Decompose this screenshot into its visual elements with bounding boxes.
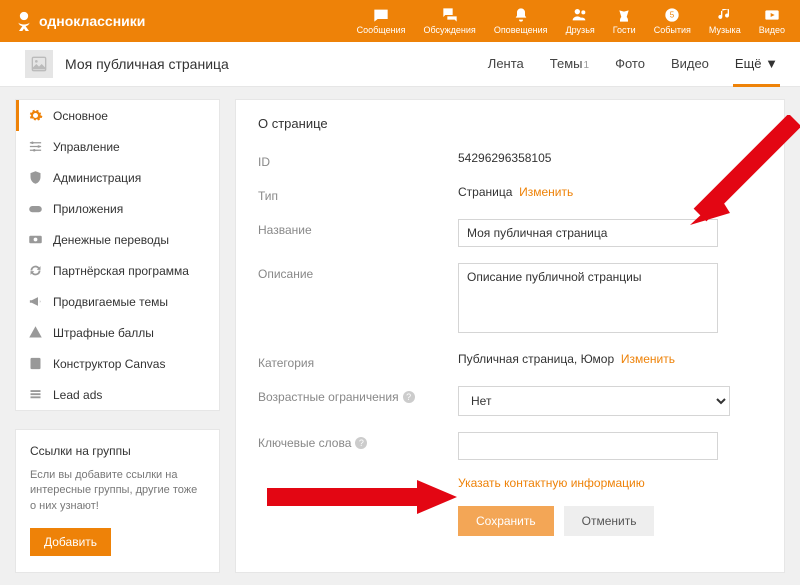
tab-feed[interactable]: Лента	[486, 42, 526, 87]
canvas-icon	[28, 356, 43, 371]
row-contact: Указать контактную информацию	[258, 476, 762, 490]
links-box-title: Ссылки на группы	[30, 444, 205, 458]
events-icon: 5	[663, 7, 681, 23]
help-icon[interactable]: ?	[403, 391, 415, 403]
megaphone-icon	[28, 294, 43, 309]
logo[interactable]: одноклассники	[15, 11, 145, 31]
nav-events[interactable]: 5События	[654, 7, 691, 35]
links-box: Ссылки на группы Если вы добавите ссылки…	[15, 429, 220, 573]
sliders-icon	[28, 139, 43, 154]
row-category: Категория Публичная страница, Юмор Измен…	[258, 352, 762, 370]
row-id: ID 54296296358105	[258, 151, 762, 169]
row-type: Тип Страница Изменить	[258, 185, 762, 203]
save-button[interactable]: Сохранить	[458, 506, 554, 536]
discussions-icon	[441, 7, 459, 23]
menu-admin[interactable]: Администрация	[16, 162, 219, 193]
cancel-button[interactable]: Отменить	[564, 506, 655, 536]
age-select[interactable]: Нет	[458, 386, 730, 416]
nav-messages[interactable]: Сообщения	[357, 7, 406, 35]
top-nav: Сообщения Обсуждения Оповещения Друзья Г…	[357, 7, 785, 35]
desc-textarea[interactable]: Описание публичной странциы	[458, 263, 718, 333]
content-wrap: Основное Управление Администрация Прилож…	[0, 87, 800, 585]
nav-friends[interactable]: Друзья	[566, 7, 595, 35]
page-title: Моя публичная страница	[65, 56, 229, 72]
image-icon	[31, 56, 47, 72]
label-id: ID	[258, 151, 458, 169]
menu-manage[interactable]: Управление	[16, 131, 219, 162]
page-avatar[interactable]	[25, 50, 53, 78]
warning-icon	[28, 325, 43, 340]
tab-photo[interactable]: Фото	[613, 42, 647, 87]
sidebar: Основное Управление Администрация Прилож…	[15, 99, 220, 573]
label-age: Возрастные ограничения?	[258, 386, 458, 404]
tab-video[interactable]: Видео	[669, 42, 711, 87]
links-box-text: Если вы добавите ссылки на интересные гр…	[30, 468, 205, 514]
menu-payments[interactable]: Денежные переводы	[16, 224, 219, 255]
refresh-icon	[28, 263, 43, 278]
shield-icon	[28, 170, 43, 185]
label-desc: Описание	[258, 263, 458, 281]
name-input[interactable]	[458, 219, 718, 247]
add-link-button[interactable]: Добавить	[30, 528, 111, 556]
help-icon[interactable]: ?	[355, 437, 367, 449]
menu-apps[interactable]: Приложения	[16, 193, 219, 224]
gamepad-icon	[28, 201, 43, 216]
nav-video[interactable]: Видео	[759, 7, 785, 35]
svg-text:5: 5	[670, 11, 675, 20]
menu-canvas[interactable]: Конструктор Canvas	[16, 348, 219, 379]
row-keywords: Ключевые слова?	[258, 432, 762, 460]
guests-icon	[615, 7, 633, 23]
video-icon	[763, 7, 781, 23]
friends-icon	[571, 7, 589, 23]
menu-basic[interactable]: Основное	[16, 100, 219, 131]
menu-leadads[interactable]: Lead ads	[16, 379, 219, 410]
list-icon	[28, 387, 43, 402]
nav-music[interactable]: Музыка	[709, 7, 741, 35]
form-actions: Сохранить Отменить	[458, 506, 762, 536]
music-icon	[716, 7, 734, 23]
brand-name: одноклассники	[39, 13, 145, 29]
label-keywords: Ключевые слова?	[258, 432, 458, 450]
value-category: Публичная страница, Юмор Изменить	[458, 352, 762, 366]
menu-penalty[interactable]: Штрафные баллы	[16, 317, 219, 348]
keywords-input[interactable]	[458, 432, 718, 460]
tab-topics[interactable]: Темы1	[548, 42, 591, 87]
money-icon	[28, 232, 43, 247]
contact-info-link[interactable]: Указать контактную информацию	[458, 476, 645, 490]
bell-icon	[512, 7, 530, 23]
row-desc: Описание Описание публичной странциы	[258, 263, 762, 336]
ok-logo-icon	[15, 11, 33, 31]
gear-icon	[28, 108, 43, 123]
label-name: Название	[258, 219, 458, 237]
main-panel: О странице ID 54296296358105 Тип Страниц…	[235, 99, 785, 573]
nav-notifications[interactable]: Оповещения	[494, 7, 548, 35]
label-category: Категория	[258, 352, 458, 370]
row-name: Название	[258, 219, 762, 247]
change-category-link[interactable]: Изменить	[621, 352, 675, 366]
side-menu: Основное Управление Администрация Прилож…	[15, 99, 220, 411]
row-age: Возрастные ограничения? Нет	[258, 386, 762, 416]
value-type: Страница Изменить	[458, 185, 762, 199]
form-heading: О странице	[258, 116, 762, 131]
menu-promoted[interactable]: Продвигаемые темы	[16, 286, 219, 317]
label-type: Тип	[258, 185, 458, 203]
nav-discussions[interactable]: Обсуждения	[424, 7, 476, 35]
change-type-link[interactable]: Изменить	[519, 185, 573, 199]
sub-header: Моя публичная страница Лента Темы1 Фото …	[0, 42, 800, 87]
value-id: 54296296358105	[458, 151, 762, 165]
menu-partner[interactable]: Партнёрская программа	[16, 255, 219, 286]
message-icon	[372, 7, 390, 23]
tab-more[interactable]: Ещё ▼	[733, 42, 780, 87]
header: одноклассники Сообщения Обсуждения Опове…	[0, 0, 800, 42]
tabs: Лента Темы1 Фото Видео Ещё ▼	[486, 42, 780, 87]
nav-guests[interactable]: Гости	[613, 7, 636, 35]
